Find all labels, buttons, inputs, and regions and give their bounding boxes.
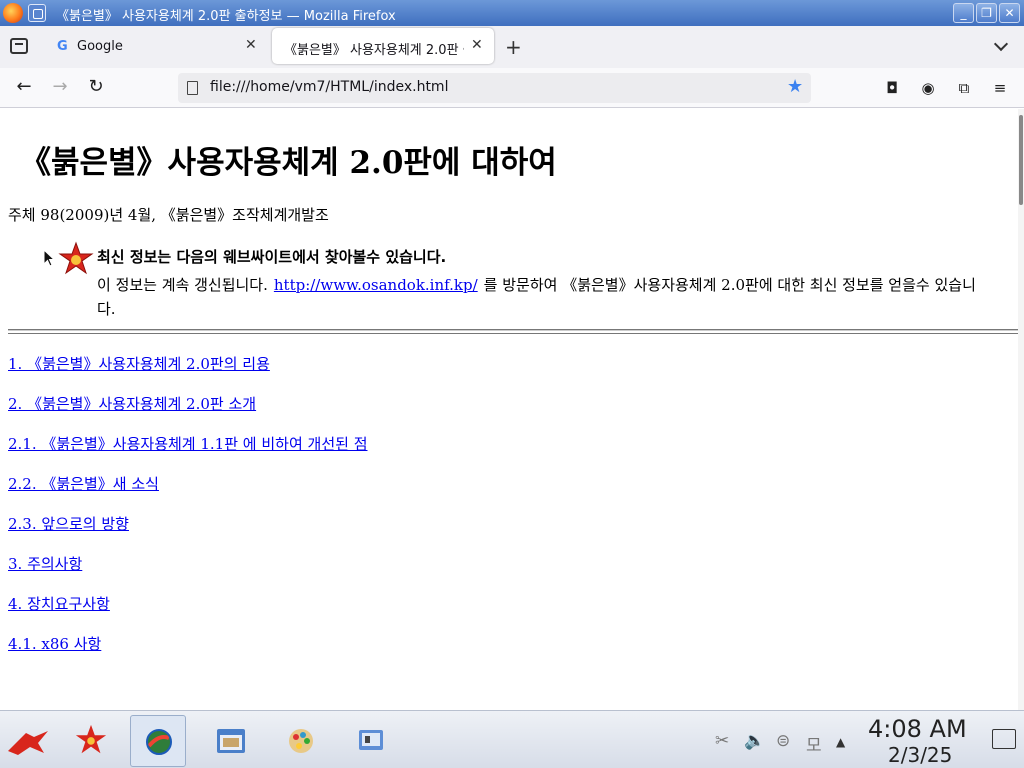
close-window-button[interactable]: ✕: [999, 3, 1020, 23]
back-button[interactable]: ←: [12, 76, 36, 100]
taskbar: ✂ 🔈 ⊜ 모 ▲ 4:08 AM 2/3/25: [0, 710, 1024, 768]
toc-link[interactable]: 2.3. 앞으로의 방향: [8, 513, 129, 534]
page-content: 《붉은별》사용자용체계 2.0판에 대하여 주체 98(2009)년 4월, 《…: [0, 109, 1018, 710]
forward-button[interactable]: →: [48, 76, 72, 100]
task-web-browser[interactable]: [130, 715, 186, 767]
red-star-logo-icon: [58, 241, 94, 275]
volume-icon[interactable]: 🔈: [744, 731, 765, 751]
network-icon[interactable]: ⊜: [776, 731, 790, 751]
scissors-icon[interactable]: ✂: [715, 731, 729, 751]
tab-bar: G Google ✕ 《붉은별》 사용자용체계 2.0판 출 ✕ +: [0, 26, 1024, 68]
toc-link[interactable]: 3. 주의사항: [8, 553, 82, 574]
settings-app-icon: [359, 730, 383, 750]
task-file-manager[interactable]: [203, 715, 259, 767]
window-title: 《붉은별》 사용자용체계 2.0판 출하정보 — Mozilla Firefox: [56, 9, 396, 24]
extensions-icon[interactable]: ⧉: [954, 78, 974, 98]
mouse-cursor-icon: [43, 249, 55, 267]
toc-link[interactable]: 4.1. x86 사항: [8, 633, 101, 654]
tray-expand-icon[interactable]: ▲: [836, 735, 845, 749]
paint-palette-icon: [289, 729, 313, 753]
page-heading: 《붉은별》사용자용체계 2.0판에 대하여: [20, 145, 557, 181]
minimize-button[interactable]: _: [953, 3, 974, 23]
navigation-toolbar: ← → ↻ file:///home/vm7/HTML/index.html ★…: [0, 68, 1024, 108]
file-manager-icon: [217, 729, 245, 753]
scrollbar-thumb[interactable]: [1019, 115, 1023, 205]
notice-body: 이 정보는 계속 갱신됩니다. http://www.osandok.inf.kp…: [97, 273, 977, 321]
tab-google[interactable]: G Google ✕: [46, 26, 268, 67]
window-menu-icon[interactable]: [28, 4, 46, 22]
notice-text: 이 정보는 계속 갱신됩니다.: [97, 276, 268, 294]
tab-active-page[interactable]: 《붉은별》 사용자용체계 2.0판 출 ✕: [272, 28, 494, 64]
toc-link[interactable]: 1. 《붉은별》사용자용체계 2.0판의 리용: [8, 353, 270, 374]
close-tab-icon[interactable]: ✕: [471, 37, 483, 53]
clock-date[interactable]: 2/3/25: [888, 743, 952, 767]
task-settings[interactable]: [343, 715, 399, 767]
tab-list-icon[interactable]: [10, 38, 28, 54]
menu-icon[interactable]: ≡: [990, 78, 1010, 98]
close-tab-icon[interactable]: ✕: [245, 37, 257, 53]
page-byline: 주체 98(2009)년 4월, 《붉은별》조작체계개발조: [8, 206, 329, 224]
url-text[interactable]: file:///home/vm7/HTML/index.html: [210, 79, 448, 95]
url-bar[interactable]: file:///home/vm7/HTML/index.html ★: [178, 73, 811, 103]
clock-time[interactable]: 4:08 AM: [868, 715, 967, 743]
osandok-link[interactable]: http://www.osandok.inf.kp/: [274, 276, 478, 294]
show-desktop-button[interactable]: [992, 729, 1016, 749]
maximize-button[interactable]: ❐: [976, 3, 997, 23]
toc-link[interactable]: 2.1. 《붉은별》사용자용체계 1.1판 에 비하여 개선된 점: [8, 433, 368, 454]
pocket-icon[interactable]: ◘: [882, 78, 902, 98]
chevron-down-icon[interactable]: [993, 36, 1009, 52]
red-star-menu-icon[interactable]: [4, 727, 52, 757]
toc-link[interactable]: 2.2. 《붉은별》새 소식: [8, 473, 159, 494]
new-tab-button[interactable]: +: [505, 35, 522, 59]
red-star-app-icon[interactable]: [74, 723, 108, 757]
google-icon: G: [57, 39, 68, 54]
bookmark-star-icon[interactable]: ★: [787, 76, 803, 97]
globe-browser-icon: [146, 729, 172, 755]
task-paint[interactable]: [273, 715, 329, 767]
page-scrollbar[interactable]: [1018, 109, 1024, 710]
horizontal-rule: [8, 329, 1018, 334]
input-method-icon[interactable]: 모: [806, 731, 822, 756]
toc-link[interactable]: 2. 《붉은별》사용자용체계 2.0판 소개: [8, 393, 256, 414]
account-icon[interactable]: ◉: [918, 78, 938, 98]
reload-button[interactable]: ↻: [84, 76, 108, 100]
notice-title: 최신 정보는 다음의 웨브싸이트에서 찾아볼수 있습니다.: [97, 248, 447, 266]
firefox-icon: [3, 3, 23, 23]
toc-link[interactable]: 4. 장치요구사항: [8, 593, 110, 614]
window-titlebar: 《붉은별》 사용자용체계 2.0판 출하정보 — Mozilla Firefox…: [0, 0, 1024, 26]
tab-label: Google: [77, 39, 123, 54]
tab-label: 《붉은별》 사용자용체계 2.0판 출: [284, 43, 464, 58]
page-icon: [187, 81, 198, 95]
